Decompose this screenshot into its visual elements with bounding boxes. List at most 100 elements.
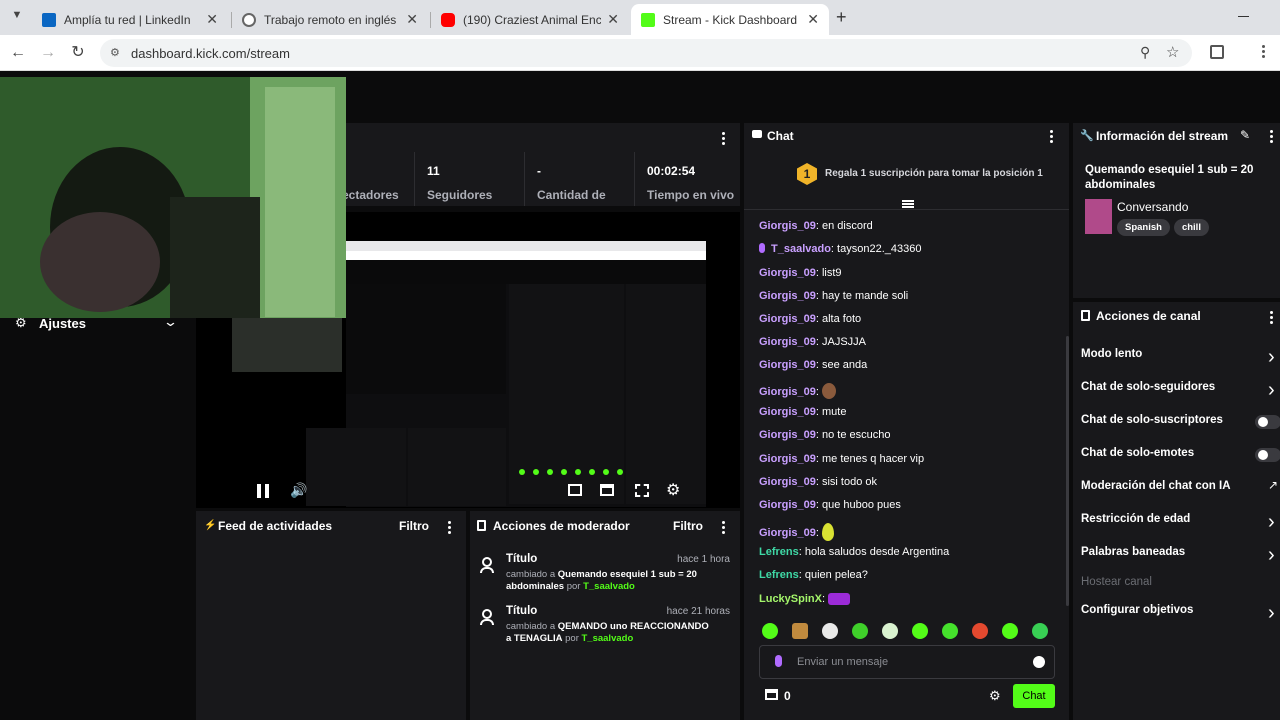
zoom-icon[interactable]: ⚲ [1140,44,1150,61]
chat-username[interactable]: Giorgis_09 [759,290,816,302]
mod-menu-icon[interactable] [722,521,726,536]
tab-kick-dashboard[interactable]: Stream - Kick Dashboard ✕ [631,4,829,35]
chat-username[interactable]: Giorgis_09 [759,313,816,325]
emote-button[interactable] [912,623,928,639]
toggle-switch[interactable] [1255,448,1280,462]
close-icon[interactable]: ✕ [607,11,619,28]
external-link-icon[interactable]: ↗ [1268,478,1278,492]
close-icon[interactable]: ✕ [807,11,819,28]
chat-username[interactable]: Giorgis_09 [759,429,816,441]
chat-username[interactable]: T_saalvado [771,243,831,255]
picture-in-picture-icon[interactable] [568,484,582,496]
forward-button[interactable]: → [38,43,58,63]
chevron-right-icon[interactable]: › [1268,379,1275,402]
channel-action-0[interactable]: Modo lento [1081,348,1142,360]
chat-username[interactable]: Lefrens [759,546,799,558]
chat-username[interactable]: Giorgis_09 [759,453,816,465]
channel-actions-menu-icon[interactable] [1270,311,1274,326]
chevron-right-icon[interactable]: › [1268,544,1275,567]
mic-icon[interactable] [775,655,782,667]
chat-text: hay te mande soli [821,290,909,302]
tab-youtube[interactable]: (190) Craziest Animal Encounte ✕ [431,4,629,35]
chat-scrollbar[interactable] [1066,336,1069,606]
emote-button[interactable] [972,623,988,639]
channel-action-8[interactable]: Configurar objetivos [1081,604,1193,616]
settings-label[interactable]: Ajustes [39,316,86,331]
category-name[interactable]: Conversando [1117,200,1188,214]
emote-button[interactable] [942,623,958,639]
emote-button[interactable] [792,623,808,639]
url-text[interactable]: dashboard.kick.com/stream [131,46,290,61]
stream-info-title: Información del stream [1096,129,1229,143]
bookmark-star-icon[interactable]: ☆ [1166,43,1179,61]
reload-button[interactable]: ↻ [68,43,88,63]
activity-menu-icon[interactable] [448,521,452,536]
chat-text: me tenes q hacer vip [821,453,925,465]
toggle-switch[interactable] [1255,415,1280,429]
chat-input-placeholder[interactable]: Enviar un mensaje [797,656,888,668]
url-box[interactable]: ⚙ dashboard.kick.com/stream ⚲ ☆ [100,39,1192,67]
chat-username[interactable]: Giorgis_09 [759,386,816,398]
chrome-menu-icon[interactable] [1262,45,1265,58]
fullscreen-icon[interactable] [635,484,649,497]
chevron-right-icon[interactable]: › [1268,346,1275,369]
back-button[interactable]: ← [8,43,28,63]
emote-button[interactable] [1032,623,1048,639]
chat-username[interactable]: Giorgis_09 [759,499,816,511]
emote-button[interactable] [762,623,778,639]
chat-message: Giorgis_09: hay te mande soli [759,290,908,302]
volume-icon[interactable]: 🔊 [290,482,307,499]
close-icon[interactable]: ✕ [406,11,418,28]
new-tab-button[interactable]: + [836,7,847,28]
chevron-right-icon[interactable]: › [1268,602,1275,625]
mod-item-detail: cambiado a Quemando esequiel 1 sub = 20 … [506,569,697,592]
minimize-button[interactable] [1238,16,1249,17]
channel-action-2[interactable]: Chat de solo-suscriptores [1081,414,1223,426]
chat-message: Giorgis_09: no te escucho [759,429,890,441]
tab-trabajo[interactable]: Trabajo remoto en inglés ✕ [232,4,428,35]
tab-linkedin[interactable]: Amplía tu red | LinkedIn ✕ [32,4,228,35]
chat-username[interactable]: Giorgis_09 [759,267,816,279]
extensions-icon[interactable] [1210,45,1224,59]
chat-menu-icon[interactable] [1050,130,1054,145]
chat-username[interactable]: Lefrens [759,569,799,581]
stats-menu-icon[interactable] [722,132,726,147]
emoji-picker-icon[interactable] [1033,656,1045,668]
chat-username[interactable]: LuckySpinX [759,593,822,605]
chat-input[interactable]: Enviar un mensaje [759,645,1055,679]
chat-username[interactable]: Giorgis_09 [759,406,816,418]
channel-action-1[interactable]: Chat de solo-seguidores [1081,381,1215,393]
gear-icon[interactable]: ⚙ [666,480,680,500]
close-icon[interactable]: ✕ [206,11,218,28]
stream-info-menu-icon[interactable] [1270,130,1274,145]
chat-username[interactable]: Giorgis_09 [759,527,816,539]
theater-mode-icon[interactable] [600,484,614,496]
channel-action-6[interactable]: Palabras baneadas [1081,546,1185,558]
emote-button[interactable] [822,623,838,639]
chat-username[interactable]: Giorgis_09 [759,336,816,348]
chat-username[interactable]: Giorgis_09 [759,220,816,232]
chat-settings-icon[interactable]: ⚙ [989,688,1001,704]
sub-banner-text[interactable]: Regala 1 suscripción para tomar la posic… [825,168,1043,179]
pause-icon[interactable] [257,484,269,498]
mod-filter-button[interactable]: Filtro [673,519,703,533]
edit-pencil-icon[interactable]: ✎ [1240,128,1250,142]
emote-button[interactable] [882,623,898,639]
user-edit-icon-body [480,619,494,625]
store-icon[interactable] [765,689,778,700]
channel-action-5[interactable]: Restricción de edad [1081,513,1190,525]
pin-icon[interactable] [902,200,914,202]
emote-button[interactable] [1002,623,1018,639]
chevron-right-icon[interactable]: › [1268,511,1275,534]
tab-title: (190) Craziest Animal Encounte [463,12,602,27]
activity-filter-button[interactable]: Filtro [399,519,429,533]
site-info-icon[interactable]: ⚙ [110,46,120,59]
chat-username[interactable]: Giorgis_09 [759,476,816,488]
address-bar: ← → ↻ ⚙ dashboard.kick.com/stream ⚲ ☆ [0,35,1280,71]
emote-button[interactable] [852,623,868,639]
tab-search-button[interactable]: ▼ [8,9,26,27]
chat-send-button[interactable]: Chat [1013,684,1055,708]
chat-username[interactable]: Giorgis_09 [759,359,816,371]
channel-action-3[interactable]: Chat de solo-emotes [1081,447,1194,459]
channel-action-4[interactable]: Moderación del chat con IA [1081,480,1231,492]
